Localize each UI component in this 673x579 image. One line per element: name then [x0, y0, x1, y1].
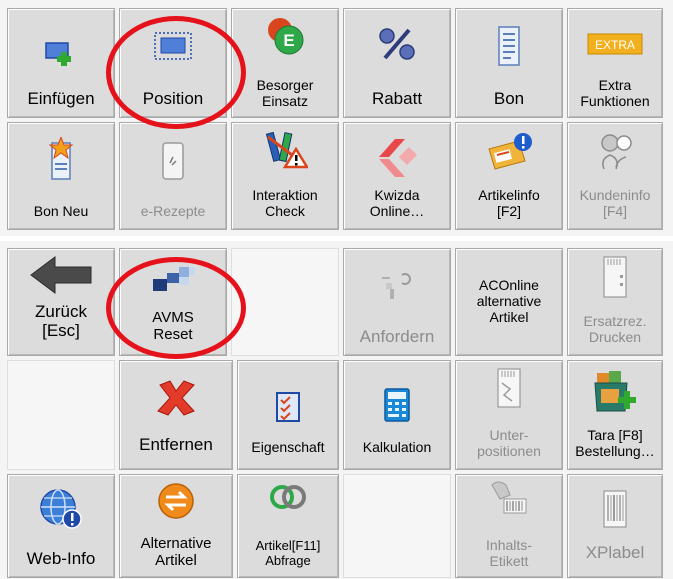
alternative-artikel-button[interactable]: Alternative Artikel — [119, 474, 233, 578]
zurueck-button[interactable]: Zurück [Esc] — [7, 248, 115, 356]
avms-reset-button[interactable]: AVMS Reset — [119, 248, 227, 356]
bon-neu-button[interactable]: Bon Neu — [7, 122, 115, 230]
kundeninfo-button[interactable]: Kundeninfo [F4] — [567, 122, 663, 230]
artikelinfo-label: Artikelinfo [F2] — [478, 186, 540, 219]
rabatt-button[interactable]: Rabatt — [343, 8, 451, 118]
artikel-abfrage-label: Artikel[F11] Abfrage — [255, 538, 321, 569]
web-info-label: Web-Info — [26, 549, 96, 569]
customer-info-icon — [601, 134, 632, 170]
empty-slot — [7, 360, 115, 470]
einfuegen-label: Einfügen — [27, 89, 95, 109]
kwizda-online-label: Kwizda Online… — [369, 186, 425, 219]
calculator-icon — [384, 388, 410, 422]
ersatzrez-label: Ersatzrez. Drucken — [583, 312, 647, 345]
bon-neu-label: Bon Neu — [33, 202, 89, 219]
empty-slot — [231, 248, 339, 356]
kundeninfo-label: Kundeninfo [F4] — [579, 186, 651, 219]
avms-blocks-icon — [153, 267, 195, 291]
new-receipt-icon — [48, 137, 74, 180]
tara-bag-icon — [594, 371, 636, 412]
empty-slot — [343, 474, 451, 578]
kalkulation-button[interactable]: Kalkulation — [343, 360, 451, 470]
swap-arrows-icon — [158, 483, 194, 519]
alternative-artikel-label: Alternative Artikel — [140, 534, 212, 569]
back-arrow-icon — [30, 256, 92, 294]
bon-label: Bon — [493, 89, 525, 109]
artikelinfo-button[interactable]: Artikelinfo [F2] — [455, 122, 563, 230]
remove-x-icon — [157, 380, 195, 416]
besorger-e-icon: E — [268, 18, 304, 55]
interaktion-check-label: Interaktion Check — [252, 186, 318, 219]
eigenschaft-label: Eigenschaft — [251, 438, 325, 455]
bottom-button-panel: Zurück [Esc] AVMS Reset Anfordern ACOnli… — [0, 241, 673, 579]
position-frame-icon — [154, 32, 192, 60]
request-icon — [382, 273, 411, 299]
entfernen-label: Entfernen — [139, 435, 213, 455]
ersatzrez-drucken-button[interactable]: Ersatzrez. Drucken — [567, 248, 663, 356]
xplabel-label: XPlabel — [585, 543, 645, 563]
inhalts-etikett-label: Inhalts- Etikett — [486, 536, 532, 569]
eigenschaft-button[interactable]: Eigenschaft — [237, 360, 339, 470]
phone-prescription-icon — [162, 142, 184, 180]
insert-plus-icon — [45, 42, 71, 66]
einfuegen-button[interactable]: Einfügen — [7, 8, 115, 118]
e-rezepte-button[interactable]: e-Rezepte — [119, 122, 227, 230]
rings-icon — [270, 485, 306, 509]
aconline-label: ACOnline alternative Artikel — [476, 277, 542, 326]
checklist-icon — [276, 392, 300, 422]
entfernen-button[interactable]: Entfernen — [119, 360, 233, 470]
bon-button[interactable]: Bon — [455, 8, 563, 118]
percent-icon — [379, 28, 415, 60]
globe-info-icon — [40, 489, 82, 529]
svg-text:EXTRA: EXTRA — [595, 38, 635, 52]
sub-positions-icon — [497, 368, 521, 408]
kwizda-logo-icon — [379, 139, 417, 177]
web-info-button[interactable]: Web-Info — [7, 474, 115, 578]
anfordern-button[interactable]: Anfordern — [343, 248, 451, 356]
inhalts-etikett-button[interactable]: Inhalts- Etikett — [455, 474, 563, 578]
position-label: Position — [142, 89, 204, 109]
top-button-panel: Einfügen Position E Besorger Einsatz Rab… — [0, 0, 673, 236]
kwizda-online-button[interactable]: Kwizda Online… — [343, 122, 451, 230]
zurueck-label: Zurück [Esc] — [35, 301, 87, 341]
tara-bestellung-button[interactable]: Tara [F8] Bestellung… — [567, 360, 663, 470]
xplabel-button[interactable]: XPlabel — [567, 474, 663, 578]
aconline-alternative-artikel-button[interactable]: ACOnline alternative Artikel — [455, 248, 563, 356]
unterpositionen-button[interactable]: Unter- positionen — [455, 360, 563, 470]
besorger-einsatz-button[interactable]: E Besorger Einsatz — [231, 8, 339, 118]
artikel-abfrage-button[interactable]: Artikel[F11] Abfrage — [237, 474, 339, 578]
interaction-warning-icon — [265, 131, 308, 169]
rabatt-label: Rabatt — [371, 89, 423, 109]
reprint-prescription-icon — [603, 256, 627, 298]
tara-bestellung-label: Tara [F8] Bestellung… — [575, 426, 655, 459]
svg-text:E: E — [283, 31, 294, 50]
extra-badge-icon: EXTRA — [587, 33, 643, 55]
xplabel-barcode-icon — [603, 490, 627, 528]
unterpositionen-label: Unter- positionen — [477, 426, 541, 459]
interaktion-check-button[interactable]: Interaktion Check — [231, 122, 339, 230]
barcode-label-icon — [491, 481, 527, 514]
anfordern-label: Anfordern — [359, 327, 435, 347]
besorger-einsatz-label: Besorger Einsatz — [256, 76, 314, 109]
extra-funktionen-button[interactable]: EXTRA Extra Funktionen — [567, 8, 663, 118]
article-info-icon — [488, 133, 532, 170]
avms-reset-label: AVMS Reset — [152, 308, 194, 343]
position-button[interactable]: Position — [119, 8, 227, 118]
kalkulation-label: Kalkulation — [362, 438, 432, 455]
extra-funktionen-label: Extra Funktionen — [580, 76, 650, 109]
e-rezepte-label: e-Rezepte — [140, 202, 206, 219]
receipt-icon — [498, 26, 520, 66]
